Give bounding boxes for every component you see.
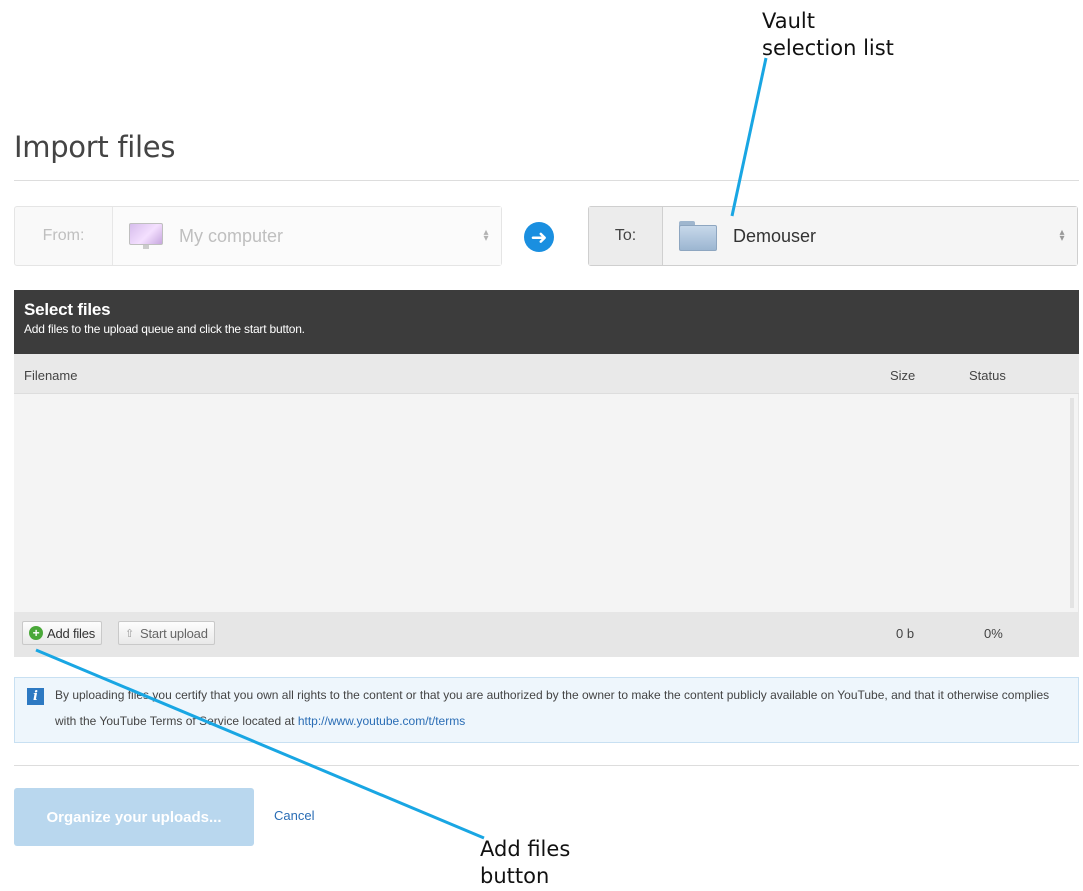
upload-arrow-icon: ⇧ [125,627,135,640]
uploader-subtitle: Add files to the upload queue and click … [24,322,305,336]
title-divider [14,180,1079,181]
file-list-header: Filename Size Status [14,354,1079,394]
total-status: 0% [984,626,1003,641]
column-size: Size [890,368,916,383]
from-value-text: My computer [179,225,284,246]
select-arrows-icon: ▴ ▾ [1059,227,1065,244]
callout-add-files-button: Add files button [480,837,571,888]
from-source-select[interactable]: From: My computer ▴ ▾ [14,206,502,266]
to-value-text: Demouser [733,225,817,246]
to-label: To: [589,207,663,265]
add-files-button[interactable]: + Add files [22,621,103,645]
add-files-label: Add files [47,625,96,641]
monitor-icon [129,223,163,249]
uploader-header: Select files Add files to the upload que… [14,290,1079,354]
file-uploader: Select files Add files to the upload que… [14,290,1079,657]
total-size: 0 b [896,626,915,641]
cancel-link[interactable]: Cancel [274,808,314,823]
from-value: My computer ▴ ▾ [113,207,501,265]
uploader-title: Select files [24,300,111,319]
info-icon: i [27,688,44,705]
add-icon: + [29,626,43,640]
callout-vault-selection-list: Vault selection list [762,9,894,60]
page-title: Import files [14,130,176,164]
organize-uploads-button[interactable]: Organize your uploads... [14,788,254,846]
to-value: Demouser ▴ ▾ [663,207,1077,265]
vault-select[interactable]: To: Demouser ▴ ▾ [588,206,1078,266]
folder-icon [679,221,717,251]
start-upload-button[interactable]: ⇧ Start upload [118,621,215,645]
column-status: Status [969,368,1006,383]
file-list-footer: + Add files ⇧ Start upload 0 b 0% [14,612,1079,657]
start-upload-label: Start upload [140,625,208,641]
file-list[interactable] [14,394,1079,612]
from-label: From: [15,207,113,265]
select-arrows-icon: ▴ ▾ [483,227,489,244]
leader-line-vault [730,57,768,217]
notice-text: By uploading files you certify that you … [55,688,1050,728]
bottom-divider [14,765,1079,766]
terms-link[interactable]: http://www.youtube.com/t/terms [298,714,465,728]
file-list-scrollbar[interactable] [1070,398,1074,608]
terms-notice: i By uploading files you certify that yo… [14,677,1079,743]
arrow-right-icon: ➜ [524,222,554,252]
column-filename: Filename [24,368,78,383]
